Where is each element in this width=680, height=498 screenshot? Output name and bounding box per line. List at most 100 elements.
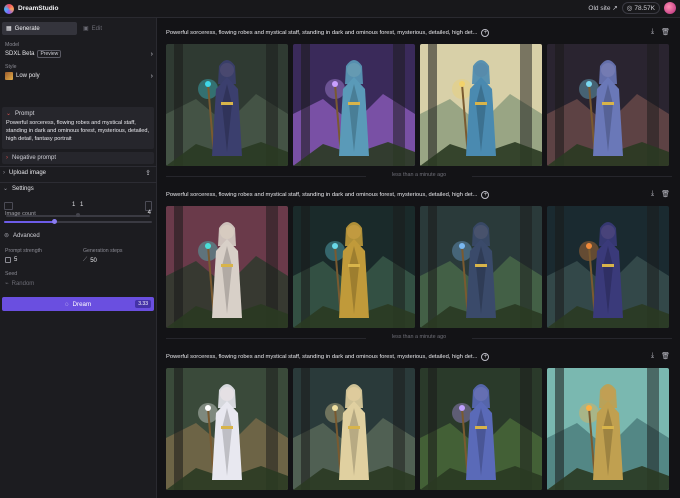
prompt-strength-value: 5 <box>14 257 18 263</box>
preview-badge: Preview <box>37 50 62 58</box>
negative-prompt-toggle[interactable]: › Negative prompt <box>2 152 154 164</box>
generated-image[interactable] <box>420 368 542 490</box>
ratio-height: 1 <box>80 202 84 208</box>
trash-icon[interactable]: 🗑 <box>661 28 670 36</box>
seed-value: Random <box>11 280 35 287</box>
strength-icon <box>5 257 11 263</box>
top-bar: DreamStudio Old site ↗ ◎ 78.57K <box>0 0 680 18</box>
divider <box>166 176 366 177</box>
settings-toggle[interactable]: ⌄ Settings <box>3 185 151 193</box>
upload-image-row[interactable]: › Upload image ⇪ <box>3 170 151 177</box>
generate-icon: ▦ <box>6 26 12 32</box>
add-circle-icon[interactable]: + <box>481 29 490 37</box>
divider <box>0 166 157 167</box>
download-icon[interactable]: ⤓ <box>651 352 654 360</box>
divider <box>472 338 672 339</box>
image-row <box>166 368 672 490</box>
generated-image[interactable] <box>166 368 288 490</box>
external-link-icon: ↗ <box>612 5 618 12</box>
generation-steps-field[interactable]: ⟋ 50 <box>83 257 97 264</box>
user-avatar[interactable] <box>664 2 676 14</box>
aspect-ratio-control[interactable]: 1 1 <box>4 201 152 211</box>
image-count-fill <box>4 221 55 223</box>
old-site-link[interactable]: Old site ↗ <box>588 4 617 12</box>
style-thumbnail <box>5 72 13 80</box>
settings-label: Settings <box>12 185 34 192</box>
upload-image-label: Upload image <box>9 170 47 176</box>
seed-field[interactable]: ⌁ Random <box>5 280 35 288</box>
chevron-down-icon: ⌄ <box>3 186 9 192</box>
advanced-icon: ⊚ <box>4 233 10 239</box>
edit-icon: ▣ <box>83 26 89 32</box>
dream-button[interactable]: ◌ Dream 3.33 <box>2 297 154 311</box>
generated-image[interactable] <box>293 206 415 328</box>
old-site-label: Old site <box>588 5 611 12</box>
generated-image[interactable] <box>547 368 669 490</box>
app-name: DreamStudio <box>18 5 59 12</box>
generated-image[interactable] <box>547 44 669 166</box>
main-gallery: Powerful sorceress, flowing robes and my… <box>158 18 680 498</box>
batch-prompt-text: Powerful sorceress, flowing robes and my… <box>166 30 478 36</box>
download-icon[interactable]: ⤓ <box>651 190 654 198</box>
model-selector[interactable]: SDXL Beta Preview › <box>5 50 153 58</box>
ratio-width: 1 <box>72 202 76 208</box>
trash-icon[interactable]: 🗑 <box>661 352 670 360</box>
trash-icon[interactable]: 🗑 <box>661 190 670 198</box>
dream-cost: 3.33 <box>135 300 151 308</box>
aspect-ratio-knob[interactable] <box>76 213 80 217</box>
prompt-textarea[interactable]: Powerful sorceress, flowing robes and my… <box>6 119 152 143</box>
prompt-strength-field[interactable]: 5 <box>5 257 17 263</box>
generated-image[interactable] <box>420 44 542 166</box>
chevron-down-icon: ⌄ <box>6 111 12 117</box>
add-circle-icon[interactable]: + <box>481 191 490 199</box>
prompt-box[interactable]: ⌄ Prompt Powerful sorceress, flowing robe… <box>2 107 154 149</box>
divider <box>0 182 157 183</box>
style-selector[interactable]: Low poly › <box>5 72 153 80</box>
generated-image[interactable] <box>420 206 542 328</box>
generated-image[interactable] <box>166 206 288 328</box>
download-icon[interactable]: ⤓ <box>651 28 654 36</box>
image-row <box>166 44 672 166</box>
tab-generate-label: Generate <box>14 25 40 32</box>
app-logo[interactable]: DreamStudio <box>4 3 59 14</box>
generated-image[interactable] <box>293 368 415 490</box>
batch-prompt-text: Powerful sorceress, flowing robes and my… <box>166 354 478 360</box>
seed-label: Seed <box>5 271 18 277</box>
batch-prompt: Powerful sorceress, flowing robes and my… <box>166 352 672 362</box>
advanced-label: Advanced <box>13 232 40 239</box>
tab-extra[interactable] <box>121 22 155 35</box>
generation-steps-label: Generation steps <box>83 248 123 254</box>
credits-icon: ◎ <box>626 5 633 12</box>
divider <box>166 338 366 339</box>
landscape-ratio-icon[interactable] <box>4 202 13 210</box>
generated-image[interactable] <box>547 206 669 328</box>
tab-edit-label: Edit <box>91 25 103 32</box>
dream-label: Dream <box>72 300 92 308</box>
tab-edit[interactable]: ▣ Edit <box>79 22 119 35</box>
steps-icon: ⟋ <box>83 257 88 263</box>
sidebar: ▦ Generate ▣ Edit Model SDXL Beta Preview … <box>0 18 157 498</box>
add-circle-icon[interactable]: + <box>481 353 490 361</box>
divider <box>472 176 672 177</box>
image-count-value: 4 <box>147 210 151 216</box>
generation-steps-value: 50 <box>90 257 97 264</box>
batch-timestamp: less than a minute ago <box>166 334 672 342</box>
style-label: Style <box>5 64 17 70</box>
seed-icon: ⌁ <box>5 281 9 287</box>
image-row <box>166 206 672 328</box>
advanced-toggle[interactable]: ⊚ Advanced <box>4 232 152 240</box>
model-value: SDXL Beta <box>5 51 35 57</box>
image-count-knob[interactable] <box>51 219 57 224</box>
image-count-slider[interactable] <box>4 219 152 224</box>
batch-prompt: Powerful sorceress, flowing robes and my… <box>166 28 672 38</box>
chevron-right-icon: › <box>150 72 153 80</box>
dream-icon: ◌ <box>64 300 69 308</box>
prompt-label: Prompt <box>15 110 35 117</box>
credits-value: 78.57K <box>634 4 655 12</box>
chevron-right-icon: › <box>6 155 8 161</box>
generated-image[interactable] <box>293 44 415 166</box>
model-label: Model <box>5 42 20 48</box>
credits-badge[interactable]: ◎ 78.57K <box>621 2 660 14</box>
generated-image[interactable] <box>166 44 288 166</box>
tab-generate[interactable]: ▦ Generate <box>2 22 77 35</box>
